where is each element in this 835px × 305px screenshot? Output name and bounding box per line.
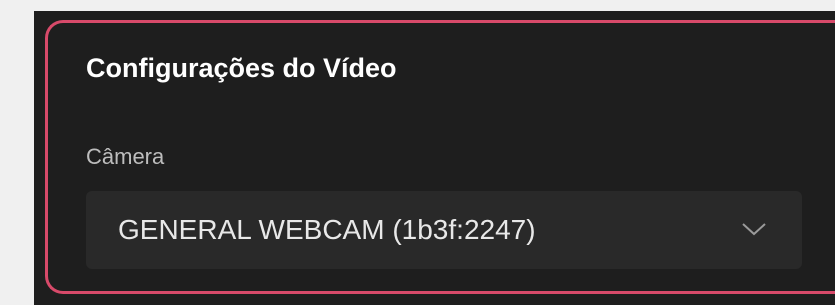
camera-label: Câmera [86, 144, 165, 169]
section-title: Configurações do Vídeo [86, 53, 397, 83]
camera-select[interactable]: GENERAL WEBCAM (1b3f:2247) [86, 191, 802, 269]
camera-select-value: GENERAL WEBCAM (1b3f:2247) [118, 214, 536, 245]
chevron-down-icon [742, 223, 766, 236]
